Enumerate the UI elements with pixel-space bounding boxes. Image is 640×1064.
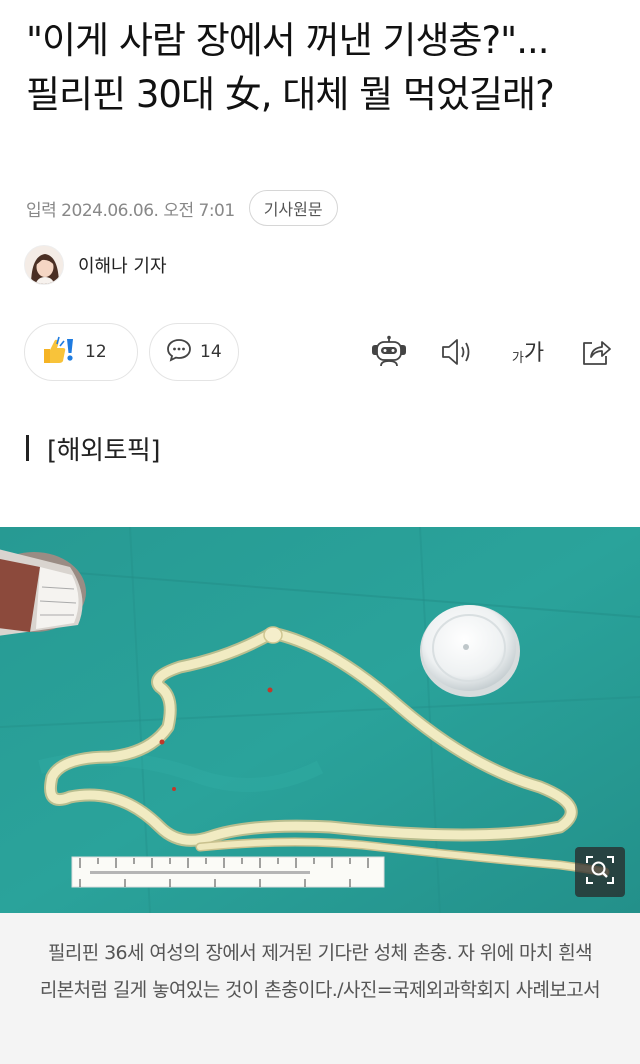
font-size-button[interactable]: 가가: [506, 334, 550, 374]
comment-count: 14: [200, 342, 222, 362]
section-label: [해외토픽]: [47, 435, 160, 466]
article-meta: 입력 2024.06.06. 오전 7:01 기사원문: [26, 190, 338, 226]
speech-bubble-icon: [166, 338, 192, 366]
comment-button[interactable]: 14: [149, 323, 239, 381]
share-button[interactable]: [576, 334, 616, 374]
thumbs-up-exclamation-icon: [41, 335, 77, 369]
share-icon: [580, 337, 612, 371]
tapeworm-photo-illustration: [0, 527, 640, 913]
zoom-icon: [585, 855, 615, 889]
zoom-button[interactable]: [575, 847, 625, 897]
publish-date: 입력 2024.06.06. 오전 7:01: [26, 200, 235, 221]
original-article-button[interactable]: 기사원문: [248, 190, 338, 226]
article-photo[interactable]: [0, 527, 640, 913]
listen-button[interactable]: [437, 334, 477, 374]
section-header: [해외토픽]: [26, 428, 160, 468]
robot-icon: [370, 335, 408, 373]
reaction-count: 12: [85, 342, 107, 362]
reporter-info[interactable]: 이해나 기자: [24, 244, 167, 286]
photo-caption: 필리핀 36세 여성의 장에서 제거된 기다란 성체 촌충. 자 위에 마치 흰…: [39, 942, 601, 1001]
section-divider: [26, 435, 29, 461]
photo-caption-box: 필리핀 36세 여성의 장에서 제거된 기다란 성체 촌충. 자 위에 마치 흰…: [0, 913, 640, 1064]
font-size-icon: 가가: [511, 341, 545, 366]
reporter-name: 이해나 기자: [78, 256, 167, 277]
summary-bot-button[interactable]: [369, 334, 409, 374]
reporter-avatar: [24, 245, 64, 285]
article-headline: "이게 사람 장에서 꺼낸 기생충?"... 필리핀 30대 女, 대체 뭘 먹…: [26, 19, 555, 116]
reaction-button[interactable]: 12: [24, 323, 138, 381]
speaker-icon: [440, 337, 474, 371]
